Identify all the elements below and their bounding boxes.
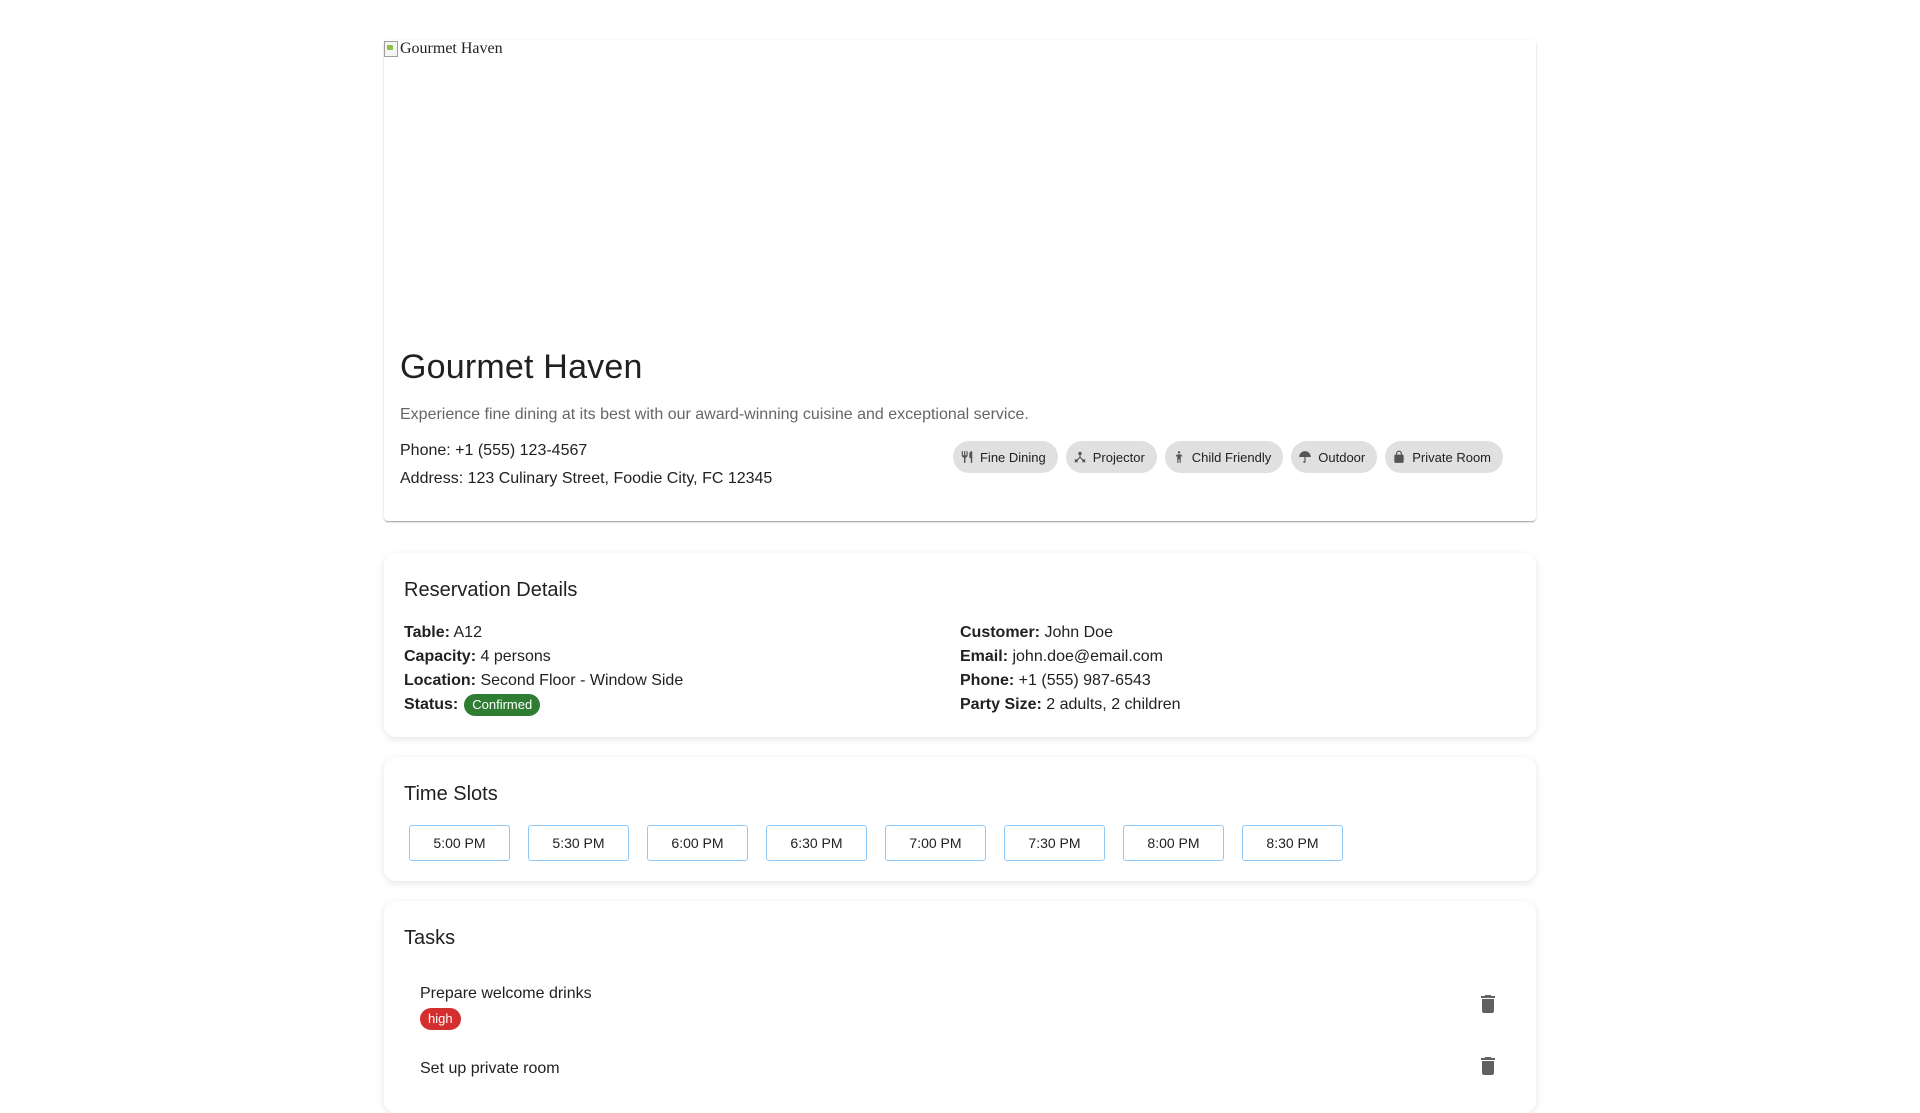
task-item: Set up private room <box>404 1040 1516 1093</box>
utensils-icon <box>961 451 973 463</box>
child-icon <box>1175 451 1183 463</box>
lock-icon <box>1394 450 1404 463</box>
time-slot-button[interactable]: 5:30 PM <box>528 825 629 861</box>
time-slots-panel: Time Slots 5:00 PM 5:30 PM 6:00 PM 6:30 … <box>384 757 1536 881</box>
trash-icon <box>1481 1057 1495 1075</box>
amenity-chip-child-friendly[interactable]: Child Friendly <box>1164 441 1284 473</box>
restaurant-name: Gourmet Haven <box>400 348 643 386</box>
detail-table: Table: A12 <box>404 624 482 641</box>
detail-status: Status: Confirmed <box>404 693 960 717</box>
restaurant-phone: Phone: +1 (555) 123-4567 <box>400 442 588 459</box>
detail-location: Location: Second Floor - Window Side <box>404 672 684 689</box>
restaurant-image: Gourmet Haven <box>384 40 1536 345</box>
time-slot-list: 5:00 PM 5:30 PM 6:00 PM 6:30 PM 7:00 PM … <box>404 825 1516 861</box>
task-text: Set up private room <box>420 1059 560 1077</box>
reservation-right-column: Customer: John Doe Email: john.doe@email… <box>960 621 1516 717</box>
delete-task-button[interactable] <box>1476 992 1500 1021</box>
status-badge: Confirmed <box>464 694 541 716</box>
time-slot-button[interactable]: 5:00 PM <box>409 825 510 861</box>
amenity-chips: Fine Dining Projector Child Friendly Out… <box>952 441 1503 473</box>
reservation-left-column: Table: A12 Capacity: 4 persons Location:… <box>404 621 960 717</box>
detail-capacity: Capacity: 4 persons <box>404 648 551 665</box>
time-slot-button[interactable]: 8:30 PM <box>1242 825 1343 861</box>
umbrella-icon <box>1299 451 1312 463</box>
amenity-chip-private-room[interactable]: Private Room <box>1385 441 1503 473</box>
task-item: Prepare welcome drinks high <box>404 969 1516 1040</box>
amenity-chip-fine-dining[interactable]: Fine Dining <box>952 441 1058 473</box>
reservation-details-panel: Reservation Details Table: A12 Capacity:… <box>384 553 1536 737</box>
time-slot-button[interactable]: 7:00 PM <box>885 825 986 861</box>
time-slot-button[interactable]: 6:30 PM <box>766 825 867 861</box>
amenity-chip-outdoor[interactable]: Outdoor <box>1291 441 1378 473</box>
amenity-chip-projector[interactable]: Projector <box>1065 441 1157 473</box>
time-slots-title: Time Slots <box>404 783 498 805</box>
detail-customer: Customer: John Doe <box>960 624 1113 641</box>
trash-icon <box>1481 995 1495 1013</box>
broken-image-icon <box>384 41 398 57</box>
reservation-details-title: Reservation Details <box>404 579 578 601</box>
projector-icon <box>1074 451 1085 463</box>
restaurant-card: Gourmet Haven Gourmet Haven Experience f… <box>384 40 1536 521</box>
time-slot-button[interactable]: 8:00 PM <box>1123 825 1224 861</box>
restaurant-description: Experience fine dining at its best with … <box>400 406 1029 423</box>
detail-party-size: Party Size: 2 adults, 2 children <box>960 696 1181 713</box>
detail-email: Email: john.doe@email.com <box>960 648 1164 665</box>
priority-badge: high <box>420 1008 461 1030</box>
restaurant-address: Address: 123 Culinary Street, Foodie Cit… <box>400 470 773 487</box>
time-slot-button[interactable]: 6:00 PM <box>647 825 748 861</box>
task-text: Prepare welcome drinks <box>420 985 592 1002</box>
tasks-panel: Tasks Prepare welcome drinks high Set up… <box>384 901 1536 1113</box>
restaurant-image-alt: Gourmet Haven <box>400 40 503 57</box>
time-slot-button[interactable]: 7:30 PM <box>1004 825 1105 861</box>
tasks-title: Tasks <box>404 927 456 949</box>
delete-task-button[interactable] <box>1476 1054 1500 1083</box>
page: Gourmet Haven Gourmet Haven Experience f… <box>384 0 1536 1113</box>
detail-phone: Phone: +1 (555) 987-6543 <box>960 672 1151 689</box>
